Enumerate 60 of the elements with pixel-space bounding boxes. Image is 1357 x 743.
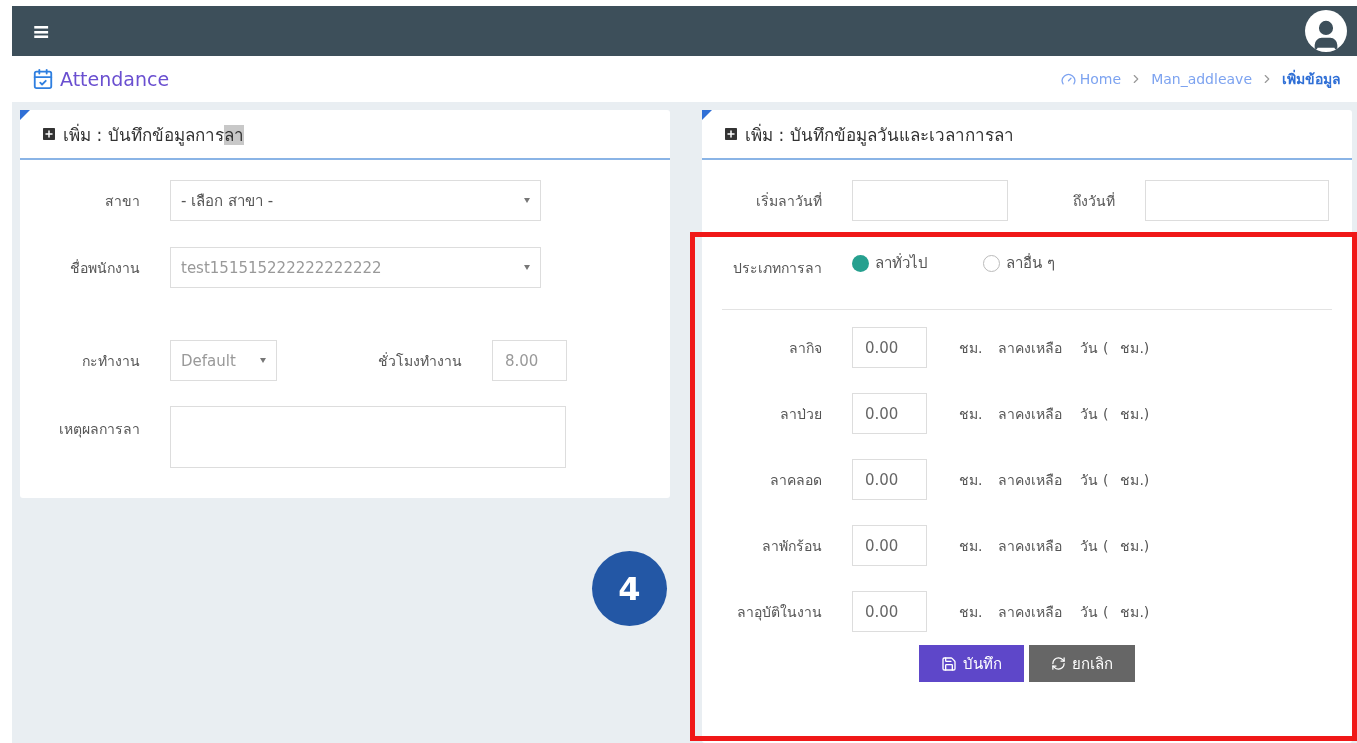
unit-text: ชม.) [1120, 536, 1150, 556]
hours-field[interactable]: 0.00 [852, 591, 927, 632]
days-text: วัน ( [1080, 404, 1109, 424]
field-label: สาขา [104, 191, 141, 211]
leave-label: ลาอุบัติในงาน [736, 602, 823, 623]
end-date-field[interactable] [1145, 180, 1329, 221]
card-title: เพิ่ม : บันทึกข้อมูลการลา [63, 122, 244, 148]
days-text: วัน ( [1080, 536, 1109, 556]
corner-mark [702, 110, 712, 120]
unit-text: ชม.) [1120, 470, 1150, 490]
menu-button[interactable]: ≡ [32, 18, 51, 44]
unit-text: ชม.) [1120, 404, 1150, 424]
user-avatar[interactable] [1305, 10, 1347, 52]
unit-text: ชม. [959, 602, 983, 622]
leave-type-radio[interactable]: ลาทั่วไป [852, 251, 928, 275]
save-button[interactable]: บันทึก [919, 645, 1024, 682]
hours-field[interactable]: 0.00 [852, 393, 927, 434]
remaining-text: ลาคงเหลือ [998, 470, 1063, 490]
page-title: Attendance [60, 68, 170, 90]
days-text: วัน ( [1080, 602, 1109, 622]
corner-mark [20, 110, 30, 120]
unit-text: ชม.) [1120, 602, 1150, 622]
refresh-icon [1051, 656, 1066, 671]
leave-label: ลาคลอด [769, 470, 823, 490]
field-label: ชั่วโมงทำงาน [377, 351, 463, 371]
leave-label: ลากิจ [788, 338, 823, 358]
field-label: ถึงวันที่ [1072, 191, 1116, 211]
days-text: วัน ( [1080, 470, 1109, 490]
card-title: เพิ่ม : บันทึกข้อมูลวันและเวลาการลา [745, 122, 1014, 148]
reason-field[interactable] [170, 406, 566, 468]
field-label: กะทำงาน [81, 351, 141, 371]
branch-select[interactable]: - เลือก สาขา - [170, 180, 541, 221]
leave-type-radio[interactable]: ลาอื่น ๆ [983, 251, 1055, 275]
remaining-text: ลาคงเหลือ [998, 338, 1063, 358]
start-date-field[interactable] [852, 180, 1008, 221]
hours-field[interactable]: 0.00 [852, 459, 927, 500]
gauge-icon [1060, 71, 1076, 87]
days-text: วัน ( [1080, 338, 1109, 358]
unit-text: ชม. [959, 404, 983, 424]
field-label: เหตุผลการลา [58, 420, 141, 440]
field-label: ชื่อพนักงาน [69, 258, 141, 278]
save-icon [941, 655, 957, 672]
remaining-text: ลาคงเหลือ [998, 602, 1063, 622]
plus-icon [722, 125, 740, 143]
field-label: ประเภทการลา [732, 259, 823, 278]
hours-field[interactable]: 0.00 [852, 327, 927, 368]
breadcrumb-link[interactable]: เพิ่มข้อมูล [1282, 68, 1341, 90]
remaining-text: ลาคงเหลือ [998, 536, 1063, 556]
leave-label: ลาป่วย [779, 404, 823, 424]
remaining-text: ลาคงเหลือ [998, 404, 1063, 424]
unit-text: ชม. [959, 470, 983, 490]
cancel-button[interactable]: ยกเลิก [1029, 645, 1135, 682]
unit-text: ชม. [959, 338, 983, 358]
unit-text: ชม.) [1120, 338, 1150, 358]
unit-text: ชม. [959, 536, 983, 556]
hours-field[interactable]: 0.00 [852, 525, 927, 566]
leave-label: ลาพักร้อน [761, 536, 823, 556]
plus-icon [40, 125, 58, 143]
calendar-icon [32, 68, 54, 90]
field-label: เริ่มลาวันที่ [755, 191, 823, 211]
